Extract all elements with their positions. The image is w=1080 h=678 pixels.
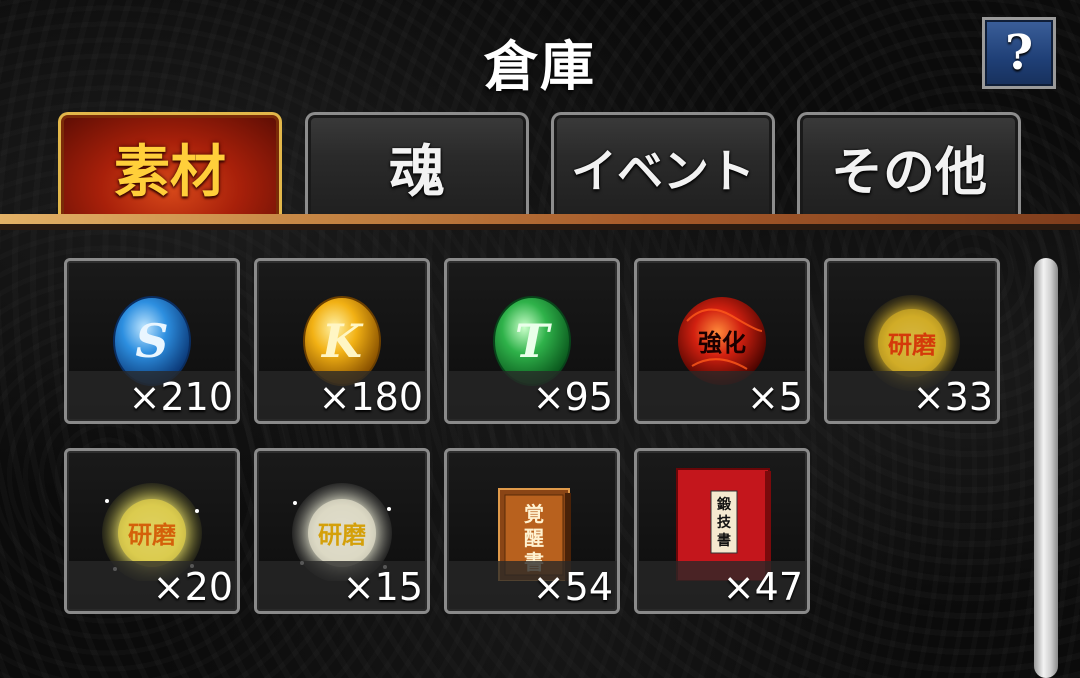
item-count: ×47 <box>722 565 803 609</box>
item-slot[interactable]: 研磨 ×15 <box>254 448 430 614</box>
item-slot[interactable]: T ×95 <box>444 258 620 424</box>
item-count: ×95 <box>532 375 613 419</box>
tab-other-label: その他 <box>830 142 987 203</box>
tab-other[interactable]: その他 <box>797 112 1021 220</box>
item-count: ×15 <box>342 565 423 609</box>
tab-materials-label: 素材 <box>114 139 226 205</box>
tab-materials[interactable]: 素材 <box>58 112 282 220</box>
svg-text:研磨: 研磨 <box>128 520 176 549</box>
svg-text:書: 書 <box>717 532 731 549</box>
svg-text:醒: 醒 <box>524 526 544 550</box>
help-button[interactable]: ? <box>982 17 1056 89</box>
question-icon: ? <box>1004 25 1034 81</box>
tab-event-label: イベント <box>571 143 755 198</box>
item-slot[interactable]: S ×210 <box>64 258 240 424</box>
svg-text:研磨: 研磨 <box>318 520 366 549</box>
item-count: ×180 <box>318 375 423 419</box>
item-slot[interactable]: 研磨 ×20 <box>64 448 240 614</box>
svg-text:強化: 強化 <box>698 328 746 357</box>
svg-text:技: 技 <box>717 514 732 531</box>
svg-text:S: S <box>135 314 168 368</box>
scrollbar-thumb[interactable] <box>1034 258 1058 678</box>
item-count: ×33 <box>912 375 993 419</box>
page-title: 倉庫 <box>484 35 596 98</box>
item-count: ×210 <box>128 375 233 419</box>
svg-text:覚: 覚 <box>524 502 544 526</box>
svg-text:研磨: 研磨 <box>888 330 936 359</box>
item-slot[interactable]: 強化 ×5 <box>634 258 810 424</box>
tab-souls-label: 魂 <box>389 139 445 205</box>
item-count: ×20 <box>152 565 233 609</box>
svg-text:鍛: 鍛 <box>717 496 732 513</box>
tab-souls[interactable]: 魂 <box>305 112 529 220</box>
item-count: ×5 <box>746 375 803 419</box>
svg-text:K: K <box>320 314 364 368</box>
tab-event[interactable]: イベント <box>551 112 775 220</box>
item-count: ×54 <box>532 565 613 609</box>
item-slot[interactable]: K ×180 <box>254 258 430 424</box>
item-slot[interactable]: 研磨 ×33 <box>824 258 1000 424</box>
tab-underline-shadow <box>0 224 1080 230</box>
svg-text:T: T <box>515 314 553 368</box>
item-slot[interactable]: 覚 醒 書 ×54 <box>444 448 620 614</box>
item-slot[interactable]: 鍛 技 書 ×47 <box>634 448 810 614</box>
